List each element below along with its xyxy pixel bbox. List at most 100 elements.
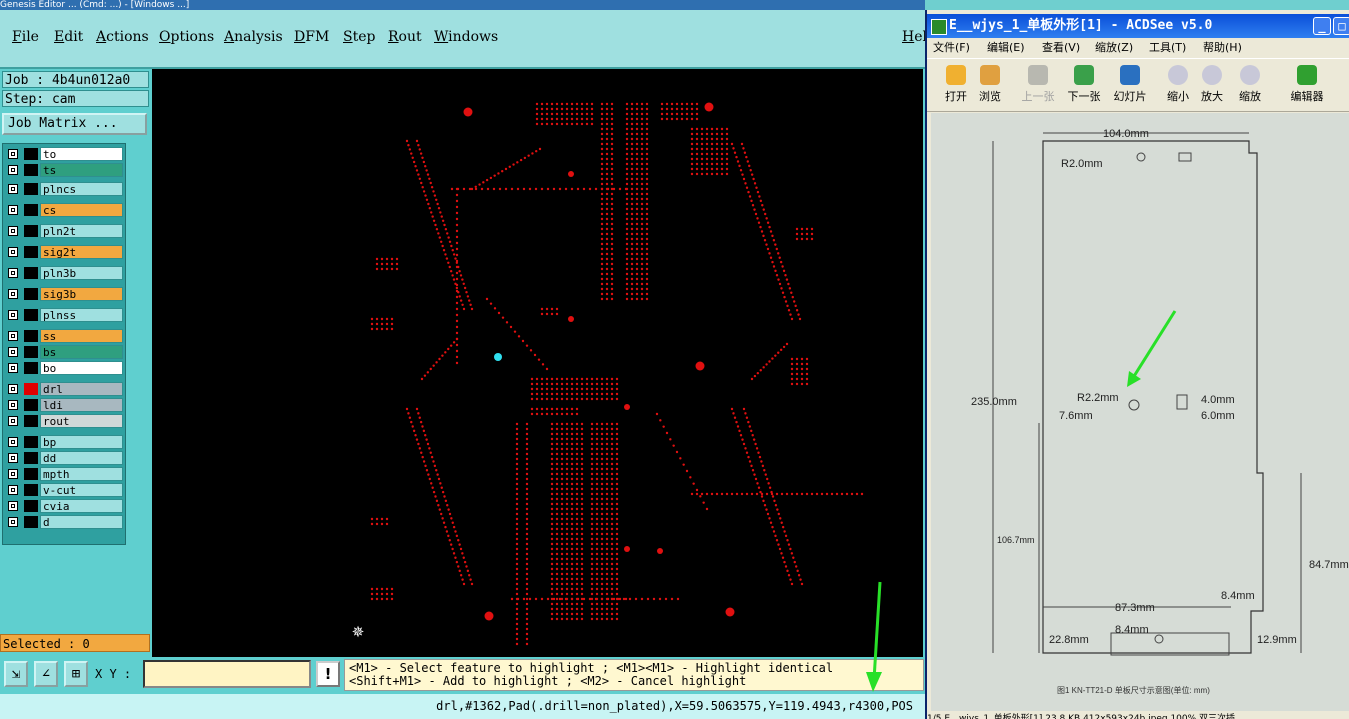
- drill-hole[interactable]: [640, 167, 644, 171]
- drill-hole[interactable]: [427, 202, 430, 206]
- drill-hole[interactable]: [840, 492, 844, 496]
- drill-hole[interactable]: [765, 363, 768, 366]
- drill-hole[interactable]: [455, 534, 459, 538]
- drill-hole[interactable]: [550, 467, 554, 471]
- drill-hole[interactable]: [550, 387, 554, 391]
- drill-hole[interactable]: [555, 532, 559, 536]
- drill-hole[interactable]: [705, 507, 709, 511]
- drill-hole[interactable]: [570, 392, 574, 396]
- drill-hole[interactable]: [515, 532, 519, 536]
- drill-hole[interactable]: [645, 182, 649, 186]
- drill-hole[interactable]: [645, 187, 649, 191]
- drill-hole[interactable]: [555, 507, 559, 511]
- drill-hole[interactable]: [600, 427, 604, 431]
- drill-hole[interactable]: [463, 107, 473, 117]
- drill-hole[interactable]: [457, 565, 460, 568]
- drill-hole[interactable]: [600, 297, 604, 301]
- drill-hole[interactable]: [528, 597, 532, 601]
- drill-hole[interactable]: [525, 344, 529, 347]
- layer-checkbox[interactable]: [8, 453, 18, 463]
- drill-hole[interactable]: [525, 617, 529, 621]
- drill-hole[interactable]: [610, 112, 614, 116]
- drill-hole[interactable]: [535, 412, 539, 416]
- drill-hole[interactable]: [630, 257, 634, 261]
- drill-hole[interactable]: [515, 522, 519, 526]
- drill-hole[interactable]: [570, 102, 574, 106]
- drill-hole[interactable]: [760, 460, 763, 463]
- drill-hole[interactable]: [436, 473, 439, 476]
- drill-hole[interactable]: [463, 286, 467, 290]
- drill-hole[interactable]: [431, 215, 434, 218]
- drill-hole[interactable]: [550, 497, 554, 501]
- drill-hole[interactable]: [590, 477, 594, 481]
- drill-hole[interactable]: [580, 502, 584, 506]
- drill-hole[interactable]: [735, 420, 738, 424]
- drill-hole[interactable]: [780, 552, 783, 555]
- drill-hole[interactable]: [565, 392, 569, 396]
- drill-hole[interactable]: [625, 177, 629, 181]
- drill-hole[interactable]: [595, 547, 599, 551]
- drill-hole[interactable]: [610, 282, 614, 286]
- drill-hole[interactable]: [522, 597, 526, 601]
- drill-hole[interactable]: [615, 582, 619, 586]
- drill-hole[interactable]: [747, 190, 750, 194]
- drill-hole[interactable]: [720, 142, 724, 146]
- drill-hole[interactable]: [375, 267, 379, 271]
- drill-hole[interactable]: [385, 597, 389, 601]
- drill-hole[interactable]: [635, 187, 639, 191]
- drill-hole[interactable]: [625, 147, 629, 151]
- drill-hole[interactable]: [786, 539, 789, 542]
- drill-hole[interactable]: [640, 202, 644, 206]
- drill-hole[interactable]: [759, 225, 762, 229]
- drill-hole[interactable]: [600, 207, 604, 211]
- drill-hole[interactable]: [787, 282, 790, 286]
- drill-hole[interactable]: [610, 157, 614, 161]
- drill-hole[interactable]: [565, 512, 569, 516]
- drill-hole[interactable]: [600, 557, 604, 561]
- drill-hole[interactable]: [385, 517, 389, 521]
- drill-hole[interactable]: [580, 472, 584, 476]
- drill-hole[interactable]: [590, 467, 594, 471]
- drill-hole[interactable]: [805, 357, 809, 361]
- drill-hole[interactable]: [595, 487, 599, 491]
- drill-hole[interactable]: [546, 187, 550, 191]
- drill-hole[interactable]: [515, 622, 519, 626]
- drill-hole[interactable]: [580, 102, 584, 106]
- drill-hole[interactable]: [541, 363, 545, 366]
- drill-hole[interactable]: [710, 127, 714, 131]
- drill-hole[interactable]: [570, 617, 574, 621]
- drill-hole[interactable]: [675, 112, 679, 116]
- drill-hole[interactable]: [515, 502, 519, 506]
- drill-hole[interactable]: [595, 577, 599, 581]
- drill-hole[interactable]: [635, 277, 639, 281]
- drill-hole[interactable]: [565, 587, 569, 591]
- drill-hole[interactable]: [695, 117, 699, 121]
- drill-hole[interactable]: [575, 512, 579, 516]
- drill-hole[interactable]: [855, 492, 859, 496]
- layer-name[interactable]: pln3b: [40, 266, 123, 280]
- drill-hole[interactable]: [538, 147, 542, 151]
- drill-hole[interactable]: [455, 286, 459, 290]
- drill-hole[interactable]: [590, 387, 594, 391]
- drill-hole[interactable]: [600, 517, 604, 521]
- drill-hole[interactable]: [555, 412, 559, 416]
- drill-hole[interactable]: [385, 267, 389, 271]
- drill-hole[interactable]: [595, 472, 599, 476]
- drill-hole[interactable]: [774, 534, 777, 538]
- drill-hole[interactable]: [715, 142, 719, 146]
- drill-hole[interactable]: [455, 235, 459, 239]
- drill-hole[interactable]: [515, 632, 519, 636]
- drill-hole[interactable]: [610, 122, 614, 126]
- drill-hole[interactable]: [800, 582, 804, 586]
- drill-hole[interactable]: [418, 177, 422, 180]
- drill-hole[interactable]: [370, 317, 374, 321]
- drill-hole[interactable]: [610, 217, 614, 221]
- drill-hole[interactable]: [525, 642, 529, 646]
- drill-hole[interactable]: [610, 592, 614, 596]
- drill-hole[interactable]: [430, 186, 434, 189]
- drill-hole[interactable]: [565, 507, 569, 511]
- drill-hole[interactable]: [600, 612, 604, 616]
- drill-hole[interactable]: [605, 532, 609, 536]
- drill-hole[interactable]: [590, 392, 594, 396]
- drill-hole[interactable]: [741, 173, 744, 176]
